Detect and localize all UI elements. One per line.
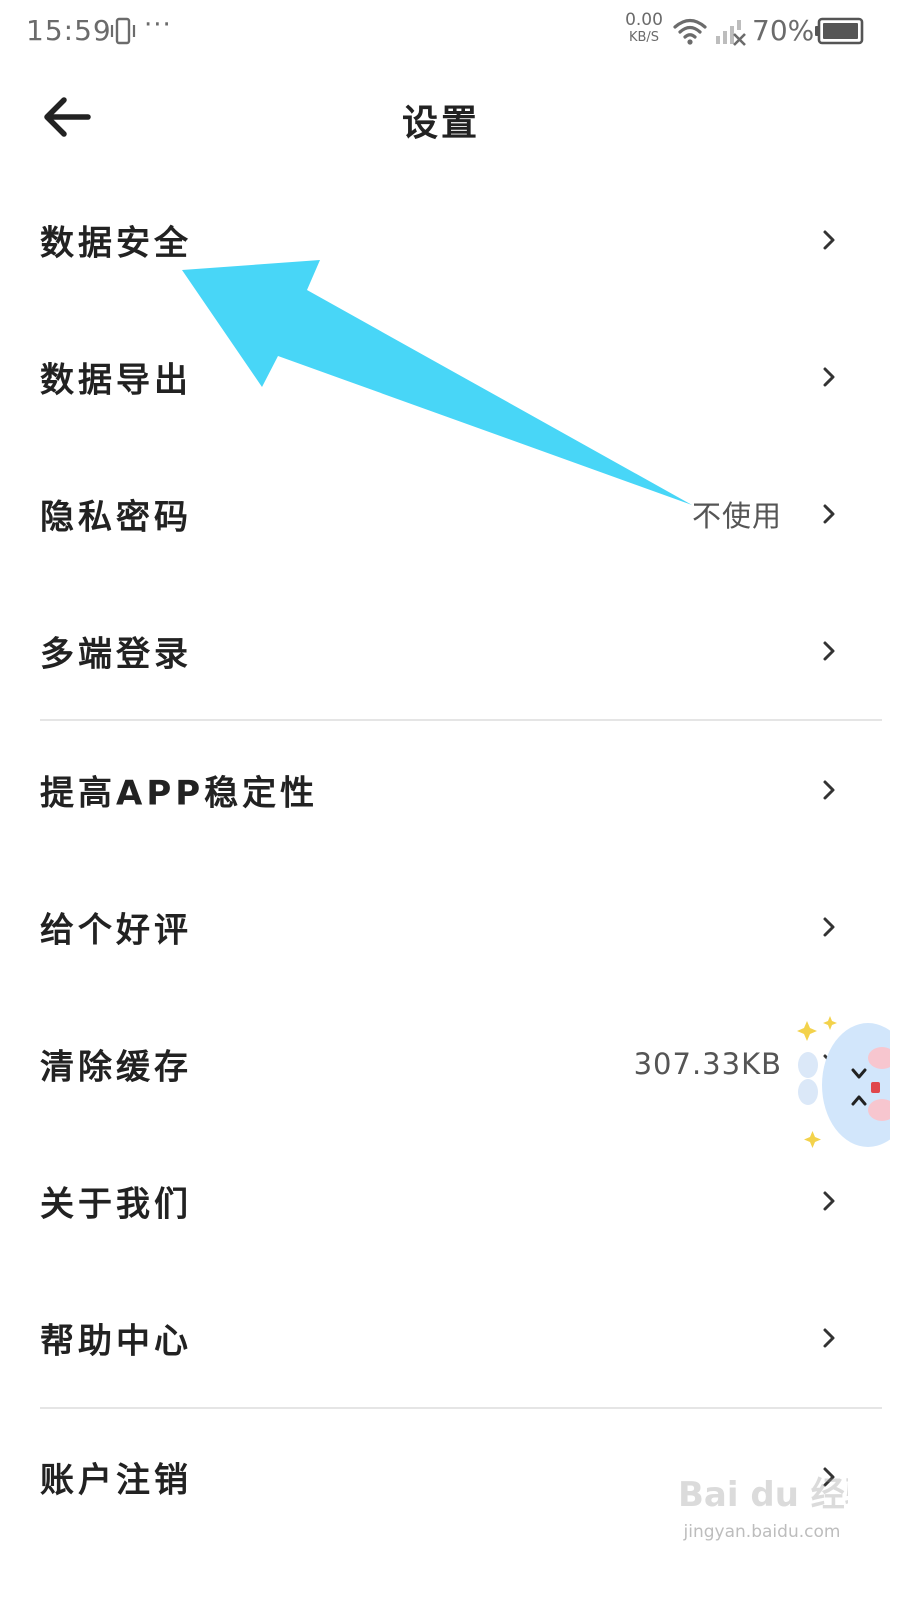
settings-item-label: 隐私密码 (40, 497, 192, 538)
chevron-right-icon (823, 230, 835, 250)
vibrate-icon (110, 17, 136, 45)
chevron-right-icon (823, 1191, 835, 1211)
page-title: 设置 (401, 103, 480, 144)
settings-item-label: 帮助中心 (40, 1321, 192, 1362)
chevron-right-icon (823, 641, 835, 661)
settings-item-about-us[interactable]: 关于我们 (0, 1151, 900, 1251)
settings-item-label: 数据安全 (40, 223, 192, 264)
settings-item-label: 关于我们 (40, 1184, 192, 1225)
floating-mascot-icon[interactable] (790, 1010, 890, 1160)
settings-item-label: 提高APP稳定性 (40, 773, 319, 814)
section-divider (40, 719, 882, 721)
chevron-right-icon (823, 1328, 835, 1348)
settings-item-app-stability[interactable]: 提高APP稳定性 (0, 740, 900, 840)
settings-item-label: 账户注销 (40, 1460, 192, 1501)
settings-item-label: 给个好评 (40, 910, 192, 951)
settings-item-help-center[interactable]: 帮助中心 (0, 1288, 900, 1388)
cache-size: 307.33KB (633, 1047, 782, 1081)
chevron-right-icon (823, 917, 835, 937)
settings-item-label: 清除缓存 (40, 1047, 192, 1088)
settings-item-data-security[interactable]: 数据安全 (0, 190, 900, 290)
chevron-right-icon (823, 1467, 835, 1487)
settings-item-data-export[interactable]: 数据导出 (0, 327, 900, 427)
network-speed-unit: KB/S (628, 30, 660, 45)
network-speed: 0.00 KB/S (622, 10, 666, 45)
more-dots-icon: ··· (144, 10, 172, 40)
settings-item-clear-cache[interactable]: 清除缓存 307.33KB (0, 1014, 900, 1114)
network-speed-value: 0.00 (625, 10, 663, 30)
chevron-right-icon (823, 367, 835, 387)
settings-item-rate-app[interactable]: 给个好评 (0, 877, 900, 977)
wifi-icon (673, 18, 707, 45)
chevron-right-icon (823, 780, 835, 800)
battery-percent: 70% (752, 14, 815, 47)
app-header: 设置 (0, 70, 900, 166)
settings-item-label: 数据导出 (40, 360, 192, 401)
battery-icon (815, 17, 864, 45)
settings-item-privacy-password[interactable]: 隐私密码 不使用 (0, 464, 900, 564)
privacy-password-status: 不使用 (691, 499, 782, 533)
settings-item-account-deletion[interactable]: 账户注销 (0, 1427, 900, 1527)
status-time: 15:59 (26, 14, 112, 47)
signal-off-icon (716, 20, 746, 46)
settings-item-multi-device-login[interactable]: 多端登录 (0, 601, 900, 701)
status-bar: 15:59 ··· 0.00 KB/S 70% (0, 0, 900, 64)
section-divider (40, 1407, 882, 1409)
settings-item-label: 多端登录 (40, 634, 192, 675)
chevron-right-icon (823, 504, 835, 524)
